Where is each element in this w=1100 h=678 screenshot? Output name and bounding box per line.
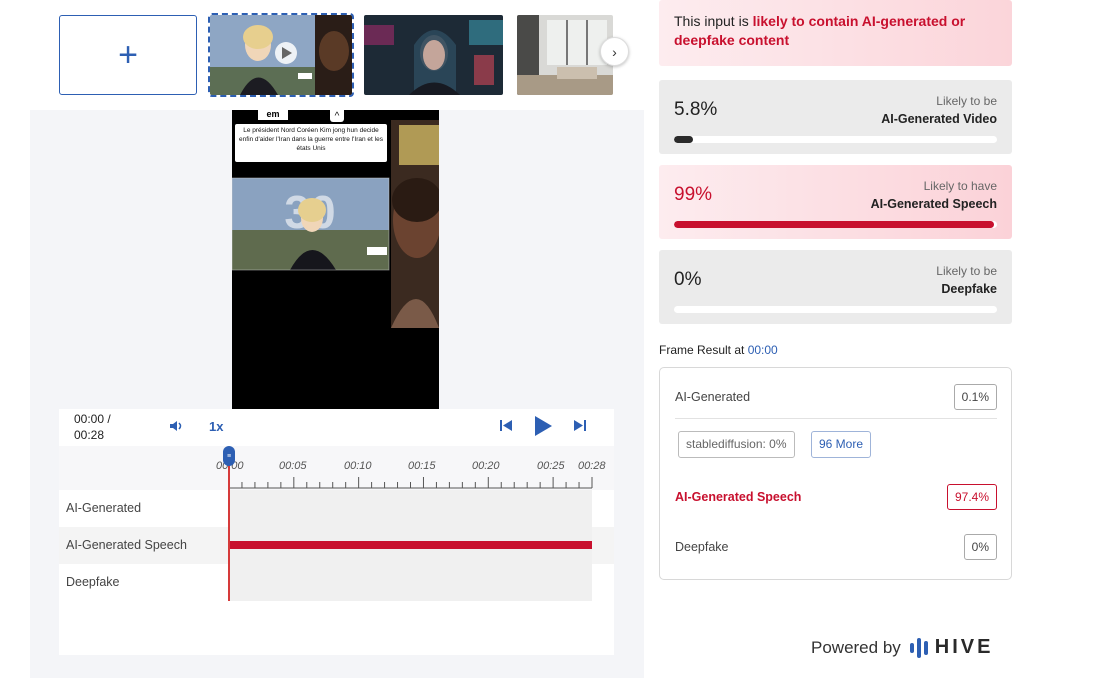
- score-label-line2: AI-Generated Video: [881, 112, 997, 126]
- score-label: Likely to be Deepfake: [936, 262, 997, 298]
- video-logo: em: [258, 110, 288, 120]
- track-label: AI-Generated: [66, 501, 142, 515]
- thumbnail-image-2[interactable]: [364, 15, 503, 95]
- frame-result-title-text: Frame Result at: [659, 343, 748, 357]
- caption-collapse-icon[interactable]: ^: [330, 110, 344, 122]
- frame-row-ai-generated: AI-Generated 0.1%: [675, 384, 997, 410]
- powered-by-text: Powered by: [811, 637, 901, 657]
- time-current: 00:00 /: [74, 412, 111, 426]
- skip-forward-icon: [574, 420, 586, 431]
- track-row-ai-generated-speech: AI-Generated Speech: [59, 527, 614, 564]
- frame-row-ai-speech: AI-Generated Speech 97.4%: [675, 484, 997, 510]
- thumbnail-image-3[interactable]: [517, 15, 613, 95]
- player-controls: 00:00 / 00:28 1x 00:05 00:10 00:15 00:20…: [59, 409, 614, 655]
- track-label: Deepfake: [66, 575, 120, 589]
- frame-result-title: Frame Result at 00:00: [659, 343, 778, 357]
- frame-row-value: 0.1%: [953, 384, 997, 410]
- page: + › em Le président Nord Coréen Kim jong…: [0, 0, 1100, 678]
- add-media-button[interactable]: +: [59, 15, 197, 95]
- score-progress-bar: [674, 136, 997, 143]
- more-models-button[interactable]: 96 More: [811, 431, 872, 458]
- thumbnails-next-button[interactable]: ›: [600, 37, 629, 66]
- grip-icon: ≡: [226, 452, 232, 460]
- score-label-line1: Likely to be: [936, 94, 997, 108]
- score-progress-fill: [674, 136, 693, 143]
- track-row-ai-generated: AI-Generated: [59, 490, 614, 527]
- frame-result-time[interactable]: 00:00: [748, 343, 778, 357]
- score-percent: 0%: [674, 269, 702, 290]
- thumbnail-portrait-image: [364, 15, 503, 95]
- frame-row-label: Deepfake: [675, 540, 729, 554]
- thumbnail-interior-image: [517, 15, 613, 95]
- divider: [675, 418, 997, 419]
- thumbnail-strip: + ›: [0, 0, 644, 110]
- play-button[interactable]: [533, 415, 553, 442]
- frame-row-label: AI-Generated Speech: [675, 490, 802, 504]
- score-label-line1: Likely to have: [923, 179, 997, 193]
- hive-logo[interactable]: HIVE: [909, 636, 994, 659]
- thumbnail-news-image: [210, 15, 352, 95]
- frame-row-label: AI-Generated: [675, 390, 751, 404]
- track-row-deepfake: Deepfake: [59, 564, 614, 601]
- skip-back-icon: [500, 420, 512, 431]
- playhead-handle[interactable]: ≡: [223, 446, 235, 466]
- verdict-banner: This input is likely to contain AI-gener…: [659, 0, 1012, 66]
- score-label: Likely to be AI-Generated Video: [881, 92, 997, 128]
- score-card-ai-speech: 99% Likely to have AI-Generated Speech: [659, 165, 1012, 239]
- playback-rate-button[interactable]: 1x: [209, 419, 223, 434]
- track-label: AI-Generated Speech: [66, 538, 187, 552]
- score-label-line2: Deepfake: [941, 282, 997, 296]
- score-progress-fill: [674, 221, 994, 228]
- plus-icon: +: [118, 36, 138, 74]
- frame-row-value: 0%: [963, 534, 997, 560]
- model-chip-stablediffusion: stablediffusion: 0%: [678, 431, 795, 458]
- verdict-prefix: This input is: [674, 13, 753, 29]
- skip-back-button[interactable]: [499, 419, 513, 435]
- frame-row-value: 97.4%: [946, 484, 997, 510]
- video-player[interactable]: 30 em Le président Nord Coréen Kim jong …: [232, 110, 439, 409]
- score-progress-bar: [674, 306, 997, 313]
- frame-result-box: AI-Generated 0.1% stablediffusion: 0% 96…: [659, 367, 1012, 580]
- thumbnail-video-selected[interactable]: [208, 13, 354, 97]
- hive-logo-text: HIVE: [934, 636, 994, 658]
- volume-button[interactable]: [169, 419, 185, 436]
- track-bar-background: [229, 490, 592, 527]
- score-label-line1: Likely to be: [936, 264, 997, 278]
- play-icon: [535, 416, 552, 436]
- score-progress-bar: [674, 221, 997, 228]
- playhead-line: [228, 453, 230, 601]
- video-caption: Le président Nord Coréen Kim jong hun de…: [235, 124, 387, 162]
- skip-forward-button[interactable]: [573, 419, 587, 435]
- score-card-ai-video: 5.8% Likely to be AI-Generated Video: [659, 80, 1012, 154]
- powered-by: Powered by HIVE: [811, 636, 993, 659]
- timeline-ruler[interactable]: 00:00 00:05 00:10 00:15 00:20 00:25 00:2…: [59, 446, 614, 490]
- score-percent: 5.8%: [674, 99, 718, 120]
- frame-row-deepfake: Deepfake 0%: [675, 534, 997, 560]
- speech-detection-bar: [229, 541, 592, 549]
- ruler-ticks: [228, 477, 593, 489]
- volume-icon: [170, 421, 182, 431]
- chevron-right-icon: ›: [612, 43, 617, 60]
- score-card-deepfake: 0% Likely to be Deepfake: [659, 250, 1012, 324]
- time-total: 00:28: [74, 428, 105, 442]
- track-bar-background: [229, 564, 592, 601]
- score-percent: 99%: [674, 184, 713, 205]
- time-display: 00:00 / 00:28: [74, 411, 111, 443]
- hive-logo-icon: [909, 637, 928, 658]
- score-label-line2: AI-Generated Speech: [870, 197, 997, 211]
- score-label: Likely to have AI-Generated Speech: [871, 177, 997, 213]
